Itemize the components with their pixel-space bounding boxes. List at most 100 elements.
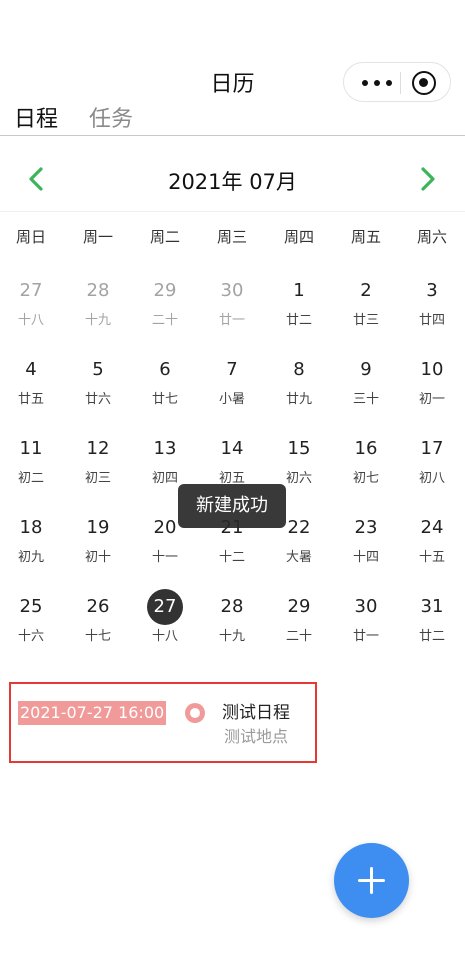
more-dots-icon[interactable] (356, 63, 398, 101)
lunar-date: 廿六 (84, 392, 111, 407)
calendar-day[interactable]: 4 廿五 (0, 352, 64, 422)
tab-tasks[interactable]: 任务 (89, 106, 133, 134)
day-number-text: 31 (420, 596, 444, 617)
day-number-text: 2 (360, 280, 372, 301)
lunar-date: 十八 (17, 313, 44, 328)
day-number-text: 15 (287, 438, 311, 459)
weekday-label: 周三 (216, 228, 247, 246)
calendar-day[interactable]: 10 初一 (399, 352, 465, 422)
lunar-date: 十八 (151, 629, 178, 644)
lunar-date: 廿四 (418, 313, 445, 328)
lunar-date: 初八 (418, 471, 445, 486)
month-title: 2021年 07月 (168, 170, 297, 194)
day-number-text: 29 (153, 280, 177, 301)
event-card[interactable]: 2021-07-27 16:00 测试日程 测试地点 (9, 682, 317, 763)
day-number: 28 (199, 589, 265, 625)
day-number: 9 (333, 352, 399, 388)
calendar-day[interactable]: 5 廿六 (65, 352, 131, 422)
lunar-date: 十五 (418, 550, 445, 565)
day-number-text: 30 (220, 280, 244, 301)
day-number: 8 (266, 352, 332, 388)
day-number: 18 (0, 510, 64, 546)
calendar-day[interactable]: 27 十八 (0, 273, 64, 343)
day-number-text: 18 (19, 517, 43, 538)
calendar-day[interactable]: 18 初九 (0, 510, 64, 580)
calendar-day[interactable]: 30 廿一 (333, 589, 399, 659)
day-number-text: 24 (420, 517, 444, 538)
event-dot-icon (185, 703, 205, 723)
mini-program-capsule (343, 62, 451, 102)
day-number-text: 16 (354, 438, 378, 459)
lunar-date: 十九 (84, 313, 111, 328)
day-number-text: 27 (147, 589, 183, 625)
day-number-text: 6 (159, 359, 171, 380)
day-number: 14 (199, 431, 265, 467)
calendar-day-today[interactable]: 27 十八 (132, 589, 198, 659)
day-number: 24 (399, 510, 465, 546)
calendar-day[interactable]: 19 初十 (65, 510, 131, 580)
toast-message: 新建成功 (178, 484, 286, 528)
lunar-date: 初一 (418, 392, 445, 407)
calendar-day[interactable]: 28 十九 (199, 589, 265, 659)
lunar-date: 廿一 (218, 313, 245, 328)
day-number: 12 (65, 431, 131, 467)
day-number-text: 10 (420, 359, 444, 380)
day-number: 11 (0, 431, 64, 467)
calendar-day[interactable]: 25 十六 (0, 589, 64, 659)
day-number: 15 (266, 431, 332, 467)
weekday-label: 周二 (149, 228, 180, 246)
weekday-label: 周日 (15, 228, 46, 246)
day-number-text: 13 (153, 438, 177, 459)
calendar-day[interactable]: 11 初二 (0, 431, 64, 501)
target-circle-icon[interactable] (412, 71, 436, 95)
calendar-day[interactable]: 1 廿二 (266, 273, 332, 343)
navigation-bar: 日历 (0, 0, 465, 104)
day-number: 26 (65, 589, 131, 625)
calendar-day[interactable]: 8 廿九 (266, 352, 332, 422)
day-number-text: 27 (19, 280, 43, 301)
calendar-day[interactable]: 24 十五 (399, 510, 465, 580)
calendar-day[interactable]: 29 二十 (266, 589, 332, 659)
calendar-day[interactable]: 31 廿二 (399, 589, 465, 659)
lunar-date: 十九 (218, 629, 245, 644)
day-number: 5 (65, 352, 131, 388)
event-location: 测试地点 (224, 727, 289, 746)
day-number: 10 (399, 352, 465, 388)
lunar-date: 廿九 (285, 392, 312, 407)
day-number: 23 (333, 510, 399, 546)
calendar-day[interactable]: 9 三十 (333, 352, 399, 422)
add-event-button[interactable] (334, 843, 409, 918)
weekday-label: 周六 (416, 228, 447, 246)
lunar-date: 初三 (84, 471, 111, 486)
calendar-day[interactable]: 28 十九 (65, 273, 131, 343)
calendar-day[interactable]: 26 十七 (65, 589, 131, 659)
chevron-right-icon[interactable] (414, 164, 442, 194)
calendar-day[interactable]: 12 初三 (65, 431, 131, 501)
calendar-day[interactable]: 2 廿三 (333, 273, 399, 343)
calendar-day[interactable]: 7 小暑 (199, 352, 265, 422)
day-number: 1 (266, 273, 332, 309)
day-number-text: 23 (354, 517, 378, 538)
day-number: 28 (65, 273, 131, 309)
weekday-label: 周五 (350, 228, 381, 246)
lunar-date: 廿一 (352, 629, 379, 644)
calendar-day[interactable]: 29 二十 (132, 273, 198, 343)
lunar-date: 十七 (84, 629, 111, 644)
tab-schedule[interactable]: 日程 (14, 106, 58, 134)
calendar-day[interactable]: 3 廿四 (399, 273, 465, 343)
calendar-day[interactable]: 17 初八 (399, 431, 465, 501)
day-number: 3 (399, 273, 465, 309)
calendar-day[interactable]: 16 初七 (333, 431, 399, 501)
calendar-day[interactable]: 23 十四 (333, 510, 399, 580)
day-number-text: 22 (287, 517, 311, 538)
day-number: 27 (132, 589, 198, 625)
calendar-day[interactable]: 30 廿一 (199, 273, 265, 343)
lunar-date: 十二 (218, 550, 245, 565)
month-header: 2021年 07月 (0, 154, 465, 204)
day-number-text: 4 (25, 359, 37, 380)
tab-bar: 日程 任务 (0, 106, 465, 136)
day-number-text: 9 (360, 359, 372, 380)
day-number: 4 (0, 352, 64, 388)
day-number-text: 12 (86, 438, 110, 459)
calendar-day[interactable]: 6 廿七 (132, 352, 198, 422)
